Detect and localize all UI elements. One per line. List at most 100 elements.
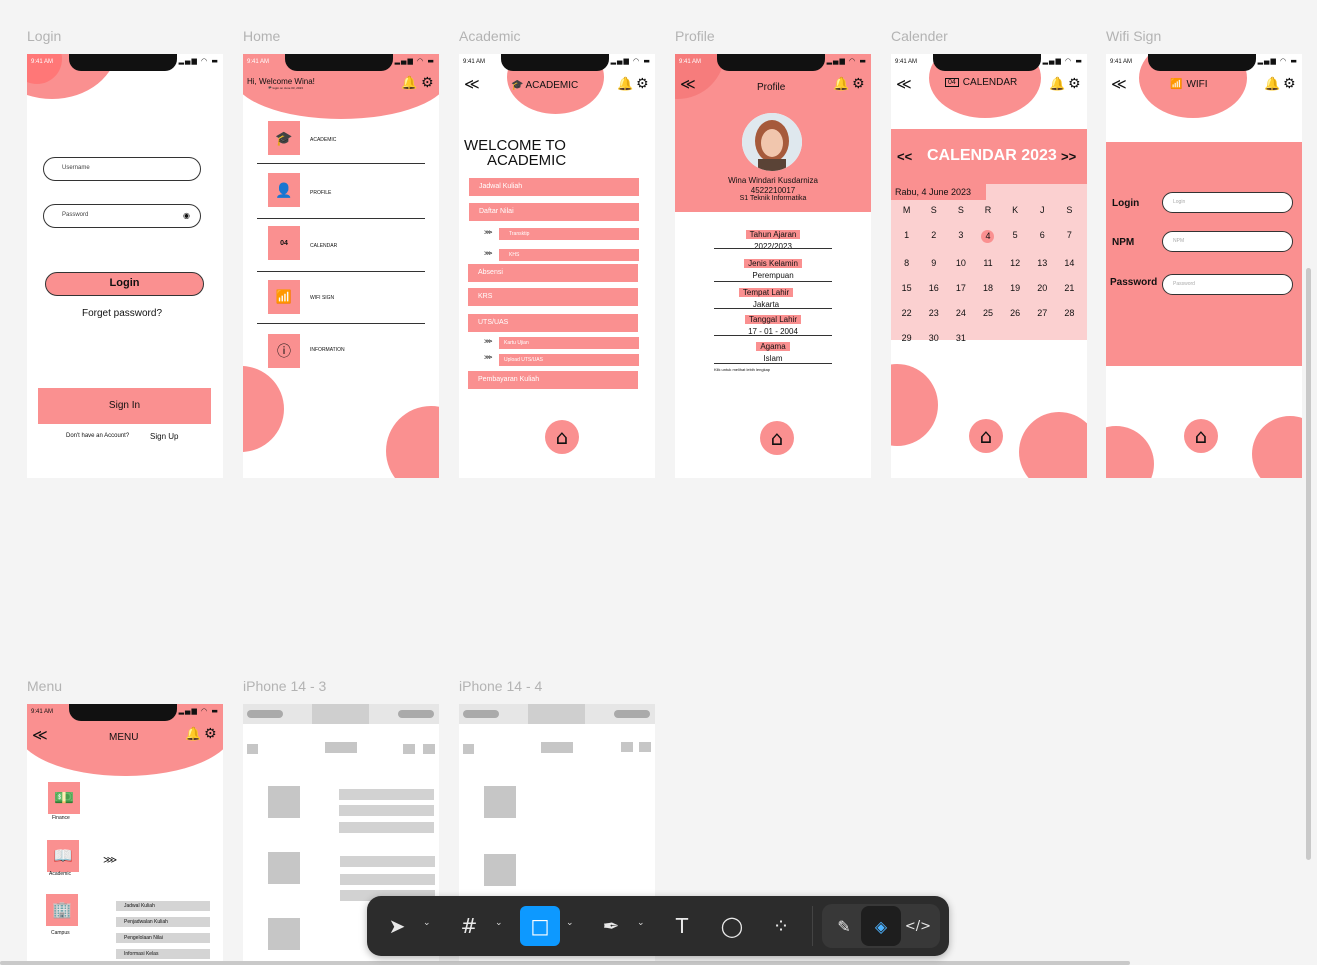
actions-tool-icon[interactable]: ⁘ [761, 906, 801, 946]
date-cell[interactable]: 9 [920, 258, 947, 268]
frame-label-profile[interactable]: Profile [675, 28, 715, 44]
item-krs[interactable]: KRS [468, 288, 638, 306]
eye-icon[interactable]: ◉ [183, 211, 190, 220]
sign-in-button[interactable]: Sign In [38, 388, 211, 424]
bell-icon[interactable]: 🔔 [1264, 77, 1280, 92]
menu-item-profile[interactable]: 👤 [268, 173, 300, 207]
frame-label-home[interactable]: Home [243, 28, 280, 44]
date-cell[interactable]: 15 [893, 283, 920, 293]
submenu-penjadwalan-kuliah[interactable]: Penjadwalan Kuliah [116, 917, 210, 927]
frame-label-login[interactable]: Login [27, 28, 61, 44]
date-cell[interactable]: 2 [920, 230, 947, 243]
frame-tool-icon[interactable]: # [449, 906, 489, 946]
finance-icon[interactable]: 💵 [48, 782, 80, 814]
item-jadwal-kuliah[interactable]: Jadwal Kuliah [469, 178, 639, 196]
text-tool-icon[interactable]: T [662, 906, 702, 946]
date-cell[interactable]: 8 [893, 258, 920, 268]
date-cell[interactable]: 14 [1056, 258, 1083, 268]
academic-frame[interactable]: 9:41 AM ▂▄▆ ◠ ▬ ≪ 🎓 ACADEMIC 🔔 ⚙ WELCOME … [459, 54, 655, 478]
password-field[interactable]: Password [43, 204, 201, 228]
date-cell[interactable]: 21 [1056, 283, 1083, 293]
gear-icon[interactable]: ⚙ [1068, 76, 1081, 92]
sign-up-link[interactable]: Sign Up [150, 432, 178, 441]
gear-icon[interactable]: ⚙ [852, 76, 865, 92]
forget-password-link[interactable]: Forget password? [27, 308, 217, 319]
date-cell-today[interactable]: 4 [981, 230, 995, 243]
date-cell[interactable]: 23 [920, 308, 947, 318]
submenu-pengelolaan-nilai[interactable]: Pengelolaan Nilai [116, 933, 210, 943]
dev-mode-icon[interactable]: </> [898, 906, 938, 946]
date-cell[interactable]: 17 [947, 283, 974, 293]
date-cell[interactable]: 29 [893, 333, 920, 343]
back-icon[interactable]: ≪ [32, 726, 48, 744]
submenu-jadwal-kuliah[interactable]: Jadwal Kuliah [116, 901, 210, 911]
date-cell[interactable]: 26 [1002, 308, 1029, 318]
date-cell[interactable]: 6 [1029, 230, 1056, 243]
home-button[interactable]: ⌂ [760, 421, 794, 455]
item-uts-uas[interactable]: UTS/UAS [468, 314, 638, 332]
calendar-frame[interactable]: 9:41 AM ▂▄▆ ◠ ▬ ≪ 04 CALENDAR 🔔 ⚙ << CALE… [891, 54, 1087, 478]
item-kartu-ujian[interactable]: Kartu Ujian [499, 337, 639, 349]
item-khs[interactable]: KHS [499, 249, 639, 261]
next-year-button[interactable]: >> [1061, 149, 1076, 164]
wifi-login-input[interactable]: Login [1162, 192, 1293, 213]
menu-item-wifi[interactable]: 📶 [268, 280, 300, 314]
menu-item-calendar[interactable]: 04 [268, 226, 300, 260]
item-upload-uts-uas[interactable]: Upload UTS/UAS [499, 354, 639, 366]
date-cell[interactable]: 31 [947, 333, 974, 343]
bell-icon[interactable]: 🔔 [1049, 77, 1065, 92]
back-icon[interactable]: ≪ [464, 75, 480, 93]
gear-icon[interactable]: ⚙ [1283, 76, 1296, 92]
chevron-down-icon[interactable]: ⌄ [495, 918, 503, 928]
date-cell[interactable]: 18 [974, 283, 1001, 293]
date-cell[interactable]: 3 [947, 230, 974, 243]
date-cell[interactable]: 20 [1029, 283, 1056, 293]
submenu-informasi-kelas[interactable]: Informasi Kelas [116, 949, 210, 959]
date-cell[interactable]: 13 [1029, 258, 1056, 268]
date-cell[interactable]: 22 [893, 308, 920, 318]
item-daftar-nilai[interactable]: Daftar Nilai [469, 203, 639, 221]
bell-icon[interactable]: 🔔 [185, 727, 201, 742]
chevron-down-icon[interactable]: ⌄ [423, 918, 431, 928]
building-icon[interactable]: 🏢 [46, 894, 78, 926]
date-cell[interactable]: 7 [1056, 230, 1083, 243]
expand-arrow-icon[interactable]: ⋙ [103, 855, 117, 866]
bell-icon[interactable]: 🔔 [617, 77, 633, 92]
date-cell[interactable]: 12 [1002, 258, 1029, 268]
bell-icon[interactable]: 🔔 [833, 77, 849, 92]
date-cell[interactable]: 24 [947, 308, 974, 318]
menu-item-academic[interactable]: 🎓 [268, 121, 300, 155]
date-cell[interactable]: 5 [1002, 230, 1029, 243]
date-cell[interactable]: 28 [1056, 308, 1083, 318]
item-absensi[interactable]: Absensi [468, 264, 638, 282]
login-frame[interactable]: 9:41 AM ▂▄▆ ◠ ▬ Username Password ◉ Logi… [27, 54, 223, 478]
vertical-scrollbar[interactable] [1306, 268, 1311, 860]
menu-item-information[interactable]: ⓘ [268, 334, 300, 368]
home-frame[interactable]: 9:41 AM ▂▄▆ ◠ ▬ Hi, Welcome Wina! 🏴 logi… [243, 54, 439, 478]
gear-icon[interactable]: ⚙ [204, 726, 217, 742]
gear-icon[interactable]: ⚙ [421, 75, 434, 91]
gear-icon[interactable]: ⚙ [636, 76, 649, 92]
date-cell[interactable]: 27 [1029, 308, 1056, 318]
home-button[interactable]: ⌂ [545, 420, 579, 454]
menu-frame[interactable]: 9:41 AM ▂▄▆ ◠ ▬ ≪ MENU 🔔 ⚙ 💵 Finance 📖 A… [27, 704, 223, 965]
home-button[interactable]: ⌂ [1184, 419, 1218, 453]
back-icon[interactable]: ≪ [896, 75, 912, 93]
prev-year-button[interactable]: << [897, 149, 912, 164]
chevron-down-icon[interactable]: ⌄ [637, 918, 645, 928]
date-cell[interactable]: 25 [974, 308, 1001, 318]
login-button[interactable]: Login [45, 272, 204, 296]
profile-frame[interactable]: 9:41 AM ▂▄▆ ◠ ▬ ≪ Profile 🔔 ⚙ Wina Winda… [675, 54, 871, 478]
bell-icon[interactable]: 🔔 [401, 76, 417, 91]
date-cell[interactable]: 19 [1002, 283, 1029, 293]
design-mode-icon[interactable]: ◈ [861, 906, 901, 946]
chevron-down-icon[interactable]: ⌄ [566, 918, 574, 928]
frame-label-academic[interactable]: Academic [459, 28, 520, 44]
wifi-npm-input[interactable]: NPM [1162, 231, 1293, 252]
date-cell[interactable]: 16 [920, 283, 947, 293]
back-icon[interactable]: ≪ [1111, 75, 1127, 93]
item-transkrip[interactable]: Transktip [499, 228, 639, 240]
frame-label-wire4[interactable]: iPhone 14 - 4 [459, 678, 542, 694]
frame-label-menu[interactable]: Menu [27, 678, 62, 694]
book-icon[interactable]: 📖 [47, 840, 79, 872]
